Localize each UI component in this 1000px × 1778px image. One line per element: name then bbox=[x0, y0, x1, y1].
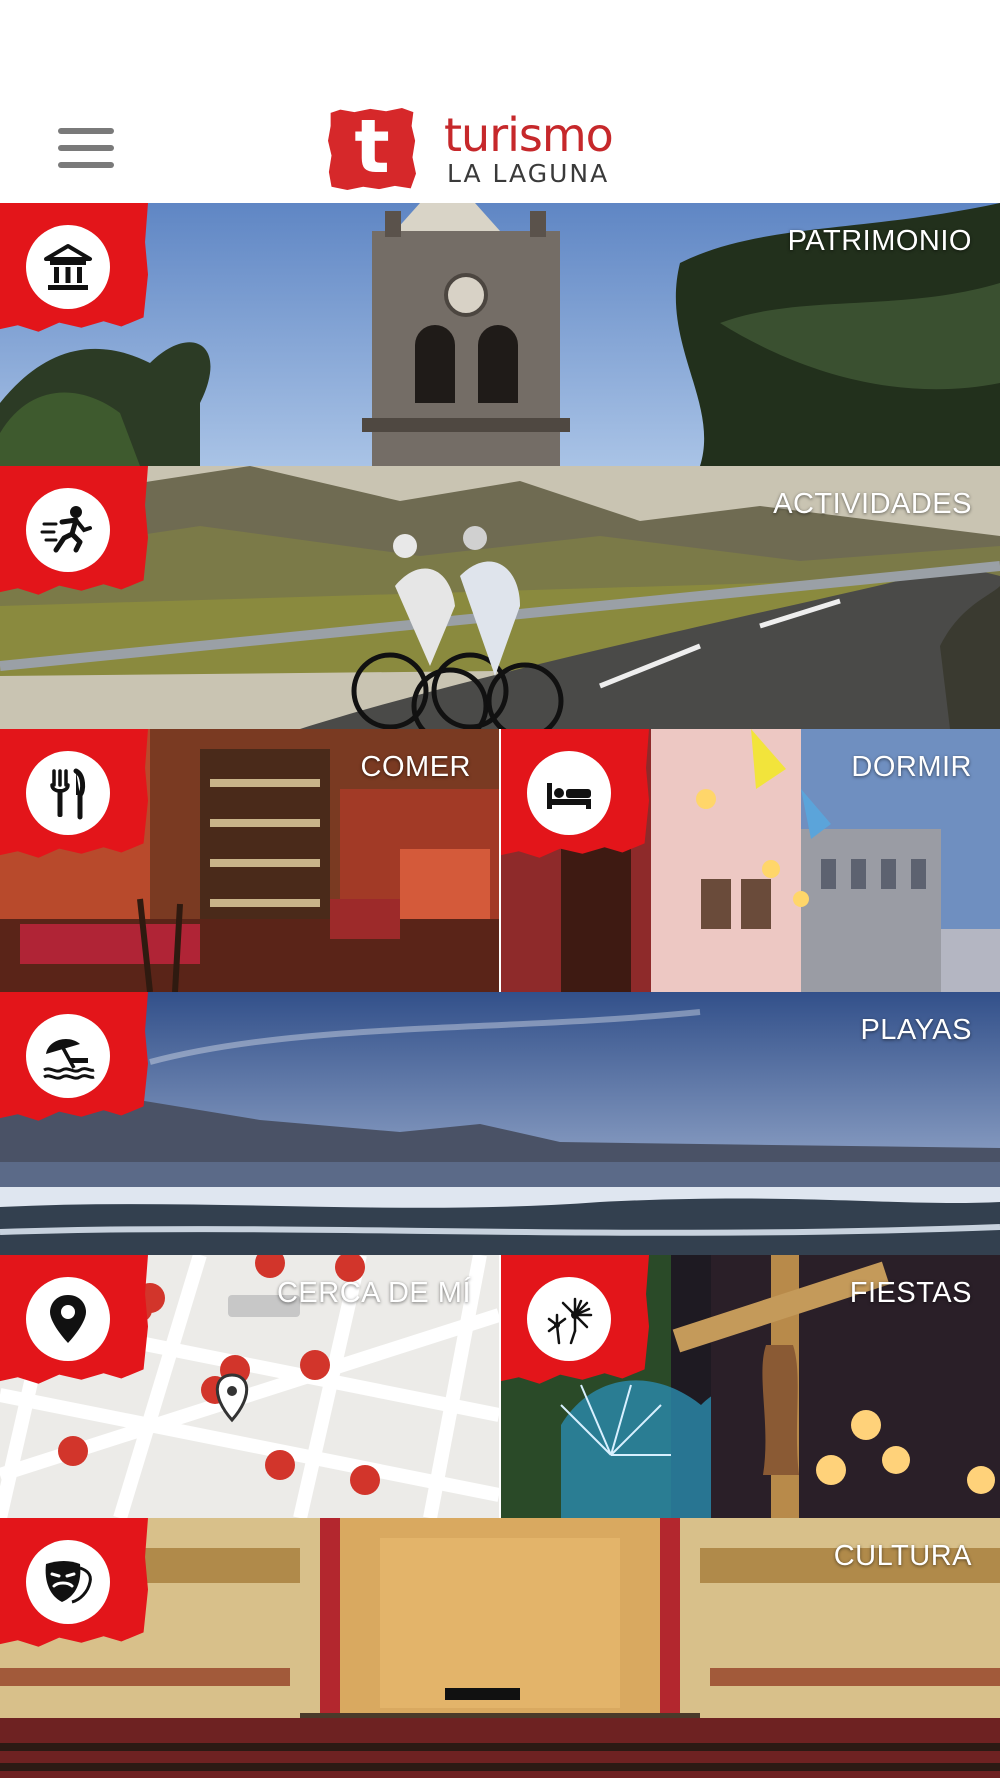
tile-label: DORMIR bbox=[851, 751, 972, 783]
tile-label: CERCA DE MÍ bbox=[276, 1277, 471, 1309]
running-person-icon bbox=[40, 506, 92, 553]
category-badge bbox=[0, 466, 148, 595]
logo-letter: t bbox=[354, 104, 390, 190]
tile-playas[interactable]: PLAYAS bbox=[0, 992, 1000, 1255]
logo-mark: t bbox=[328, 108, 416, 190]
tile-label: FIESTAS bbox=[849, 1277, 972, 1309]
logo-wordmark: turismo bbox=[444, 108, 614, 162]
category-badge bbox=[0, 729, 148, 858]
category-badge bbox=[0, 1255, 148, 1384]
logo-subtitle: LA LAGUNA bbox=[447, 159, 610, 188]
tile-label: ACTIVIDADES bbox=[773, 488, 972, 520]
location-pin-icon bbox=[50, 1295, 86, 1343]
theater-mask-icon bbox=[45, 1561, 92, 1604]
tile-comer[interactable]: COMER bbox=[0, 729, 499, 992]
heritage-building-icon bbox=[44, 244, 92, 290]
tile-label: PATRIMONIO bbox=[787, 225, 972, 257]
category-badge bbox=[0, 1518, 148, 1647]
bed-icon bbox=[547, 783, 591, 809]
tile-cerca-de-mi[interactable]: CERCA DE MÍ bbox=[0, 1255, 499, 1518]
tile-label: PLAYAS bbox=[860, 1014, 972, 1046]
tile-dormir[interactable]: DORMIR bbox=[501, 729, 1000, 992]
tile-actividades[interactable]: ACTIVIDADES bbox=[0, 466, 1000, 729]
fork-knife-icon bbox=[50, 768, 86, 820]
category-grid: PATRIMONIO ACTIVIDADES COMER DORMIR PLAY… bbox=[0, 203, 1000, 1778]
turismo-la-laguna-logo[interactable]: t turismo LA LAGUNA bbox=[328, 108, 688, 192]
category-badge bbox=[0, 203, 148, 332]
category-badge bbox=[501, 729, 649, 858]
tile-label: COMER bbox=[360, 751, 471, 783]
tile-patrimonio[interactable]: PATRIMONIO bbox=[0, 203, 1000, 466]
hamburger-menu-icon[interactable] bbox=[58, 128, 114, 170]
tile-fiestas[interactable]: FIESTAS bbox=[501, 1255, 1000, 1518]
category-badge bbox=[0, 992, 148, 1121]
category-badge bbox=[501, 1255, 649, 1384]
fireworks-icon bbox=[547, 1297, 593, 1345]
beach-coast-photo bbox=[0, 992, 1000, 1255]
beach-umbrella-icon bbox=[43, 1039, 95, 1080]
tile-label: CULTURA bbox=[833, 1540, 972, 1572]
app-header: t turismo LA LAGUNA bbox=[0, 90, 1000, 203]
tile-cultura[interactable]: CULTURA bbox=[0, 1518, 1000, 1778]
status-bar bbox=[0, 0, 1000, 90]
